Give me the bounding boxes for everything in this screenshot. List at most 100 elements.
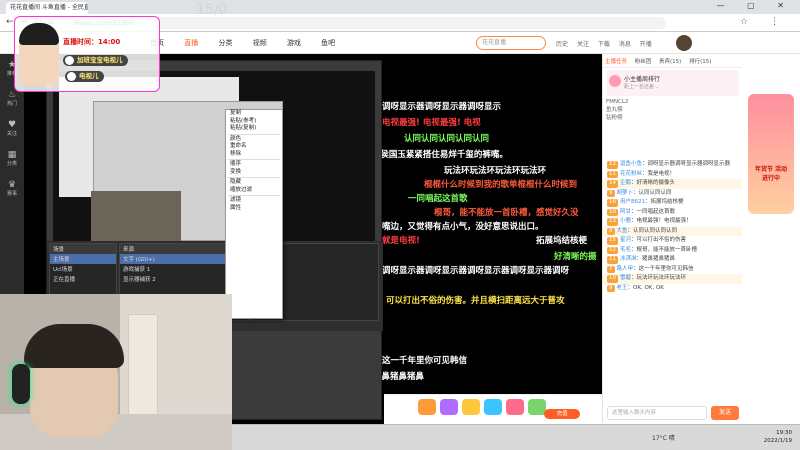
star-icon[interactable]: ☆ <box>740 17 748 27</box>
chat-message: 12 逗鱼小鱼：调呀显示器调呀显示器调呀显示器 <box>607 161 731 169</box>
menu-item[interactable]: 颜色 <box>226 136 282 144</box>
danmu-message: 玩法环玩法环玩法环玩法环 <box>444 166 547 176</box>
nav-game[interactable]: 游戏 <box>287 39 301 47</box>
chat-username[interactable]: 逗鱼小鱼 <box>620 161 642 167</box>
menu-item[interactable]: 变换 <box>226 169 282 177</box>
download-link[interactable]: 下载 <box>598 41 610 48</box>
promo-banner[interactable]: 年货节 活动进行中 <box>748 94 794 214</box>
message-link[interactable]: 消息 <box>619 41 631 48</box>
chat-username[interactable]: 雪碧 <box>620 275 631 281</box>
rank-icon <box>609 75 621 87</box>
menu-item[interactable]: 顺序 <box>226 161 282 169</box>
chat-username[interactable]: 星河 <box>620 237 631 243</box>
rail-item-follow[interactable]: ♥ 关注 <box>0 120 24 137</box>
browser-tab[interactable]: 花花直播间 斗鱼直播 - 全民直播 <box>6 2 88 14</box>
send-button[interactable]: 发送 <box>711 406 739 420</box>
level-badge: 16 <box>607 199 618 207</box>
chat-username[interactable]: 小鹿 <box>620 218 631 224</box>
nav-yuba[interactable]: 鱼吧 <box>321 39 335 47</box>
sticker-pill: 加班宝宝电视儿 <box>63 55 128 66</box>
menu-item[interactable]: 移除 <box>226 151 282 159</box>
danmu-message: 这一千年里你可见韩信 <box>382 356 468 366</box>
chat-username[interactable]: 路人甲 <box>617 266 634 272</box>
avatar[interactable] <box>676 35 692 51</box>
chat-text: 好清晰的摄像头 <box>636 180 676 186</box>
chat-input[interactable]: 这里输入聊天内容 <box>607 406 707 420</box>
level-badge: 8 <box>607 227 615 235</box>
level-badge: 9 <box>607 284 615 292</box>
chat-message: 16 用户8621：拓展坞结核梗 <box>607 199 684 207</box>
menu-separator <box>228 177 280 178</box>
gift-icon[interactable] <box>462 399 480 415</box>
menu-icon[interactable]: ⋮ <box>770 17 779 27</box>
nav-category[interactable]: 分类 <box>218 39 232 47</box>
rail-item-category[interactable]: ▦ 分类 <box>0 150 24 167</box>
menu-item[interactable]: 重命名 <box>226 143 282 151</box>
gift-icon[interactable] <box>440 399 458 415</box>
chat-username[interactable]: 毛毛 <box>620 247 631 253</box>
nav-video[interactable]: 视频 <box>253 39 267 47</box>
history-link[interactable]: 历史 <box>556 41 568 48</box>
chat-username[interactable]: 大鱼 <box>617 228 628 234</box>
context-menu: 复制 粘贴(参考) 粘贴(复制) 颜色 重命名 移除 顺序 变换 隐藏 缩放过滤… <box>225 109 283 319</box>
chat-username[interactable]: 胡萝卜 <box>617 190 634 196</box>
browser-tab-bar: 花花直播间 斗鱼直播 - 全民直播 — ▢ ✕ <box>0 0 800 14</box>
rank-card[interactable]: 小主播周排行 距上一名还差... <box>606 70 739 96</box>
list-item: FMNCL2 <box>606 99 629 105</box>
nav-live[interactable]: 直播 <box>184 39 198 47</box>
rail-label: 热门 <box>6 101 17 107</box>
scene-item[interactable]: Ucl场景 <box>50 264 116 274</box>
menu-item[interactable]: 粘贴(参考) <box>226 118 282 126</box>
pill-text: 电视儿 <box>79 72 99 80</box>
rail-label: 分类 <box>6 161 17 167</box>
grid-icon: ▦ <box>7 150 17 160</box>
chat-username[interactable]: 花花粉丝 <box>620 171 642 177</box>
scene-item[interactable]: 正在直播 <box>50 274 116 284</box>
broadcast-link[interactable]: 开播 <box>640 41 652 48</box>
rail-item-match[interactable]: ♛ 赛事 <box>0 180 24 197</box>
rail-label: 赛事 <box>6 191 17 197</box>
scene-item[interactable]: 主场景 <box>50 254 116 264</box>
menu-item[interactable]: 隐藏 <box>226 179 282 187</box>
menu-item[interactable]: 粘贴(复制) <box>226 125 282 133</box>
menu-item[interactable]: 复制 <box>226 110 282 118</box>
tab-rank[interactable]: 排行(15) <box>689 59 711 65</box>
weather-widget[interactable]: 17°C 晴 <box>652 433 675 442</box>
chat-username[interactable]: 阿甘 <box>620 209 631 215</box>
search-input[interactable]: 花花直播 <box>476 36 546 50</box>
headphone <box>12 364 30 404</box>
chat-username[interactable]: 冰淇淋 <box>620 256 637 262</box>
chat-text: 棍哥，能不能放一首卧槽 <box>636 246 698 253</box>
tab-task[interactable]: 主播任务 <box>605 59 627 65</box>
tab-vip[interactable]: 贵宾(15) <box>659 59 681 65</box>
gift-icon[interactable] <box>506 399 524 415</box>
back-icon[interactable]: ← <box>6 17 14 27</box>
chat-username[interactable]: 企鹅 <box>620 180 631 186</box>
chat-tabs: 主播任务 粉丝团 贵宾(15) 排行(15) <box>603 54 742 68</box>
menu-item[interactable]: 缩放过滤 <box>226 187 282 195</box>
taskbar-clock[interactable]: 19:30 2022/1/19 <box>764 429 792 445</box>
window-controls[interactable]: — ▢ ✕ <box>717 1 794 10</box>
chat-text: 调呀显示器调呀显示器调呀显示器 <box>647 161 731 167</box>
chat-text: 拓展坞结核梗 <box>650 199 684 205</box>
sticker-pill: 电视儿 <box>65 71 104 82</box>
chat-username[interactable]: 老王 <box>617 285 628 291</box>
gift-icon[interactable] <box>418 399 436 415</box>
chat-message: 12 毛毛：棍哥，能不能放一首卧槽 <box>607 246 698 254</box>
menu-item[interactable]: 属性 <box>226 205 282 213</box>
pill-icon <box>67 72 76 81</box>
danmu-message: 调呀显示器调呀显示器调呀显示器调呀显示器调呀 <box>382 266 570 276</box>
gift-icon[interactable] <box>484 399 502 415</box>
taskbar: 17°C 晴 19:30 2022/1/19 <box>232 424 800 450</box>
follow-link[interactable]: 关注 <box>577 41 589 48</box>
chat-text: 猪鼻猪鼻猪鼻 <box>642 256 676 262</box>
tab-fans[interactable]: 粉丝团 <box>635 59 652 65</box>
recharge-button[interactable]: 充值 <box>544 409 580 419</box>
menu-item[interactable]: 滤镜 <box>226 197 282 205</box>
menu-separator <box>228 159 280 160</box>
clock-date: 2022/1/19 <box>763 438 792 444</box>
level-badge: 10 <box>607 208 618 216</box>
danmu-message: 就是电视! <box>382 236 420 246</box>
rail-item-hot[interactable]: ♨ 热门 <box>0 90 24 107</box>
chat-username[interactable]: 用户8621 <box>620 199 645 205</box>
